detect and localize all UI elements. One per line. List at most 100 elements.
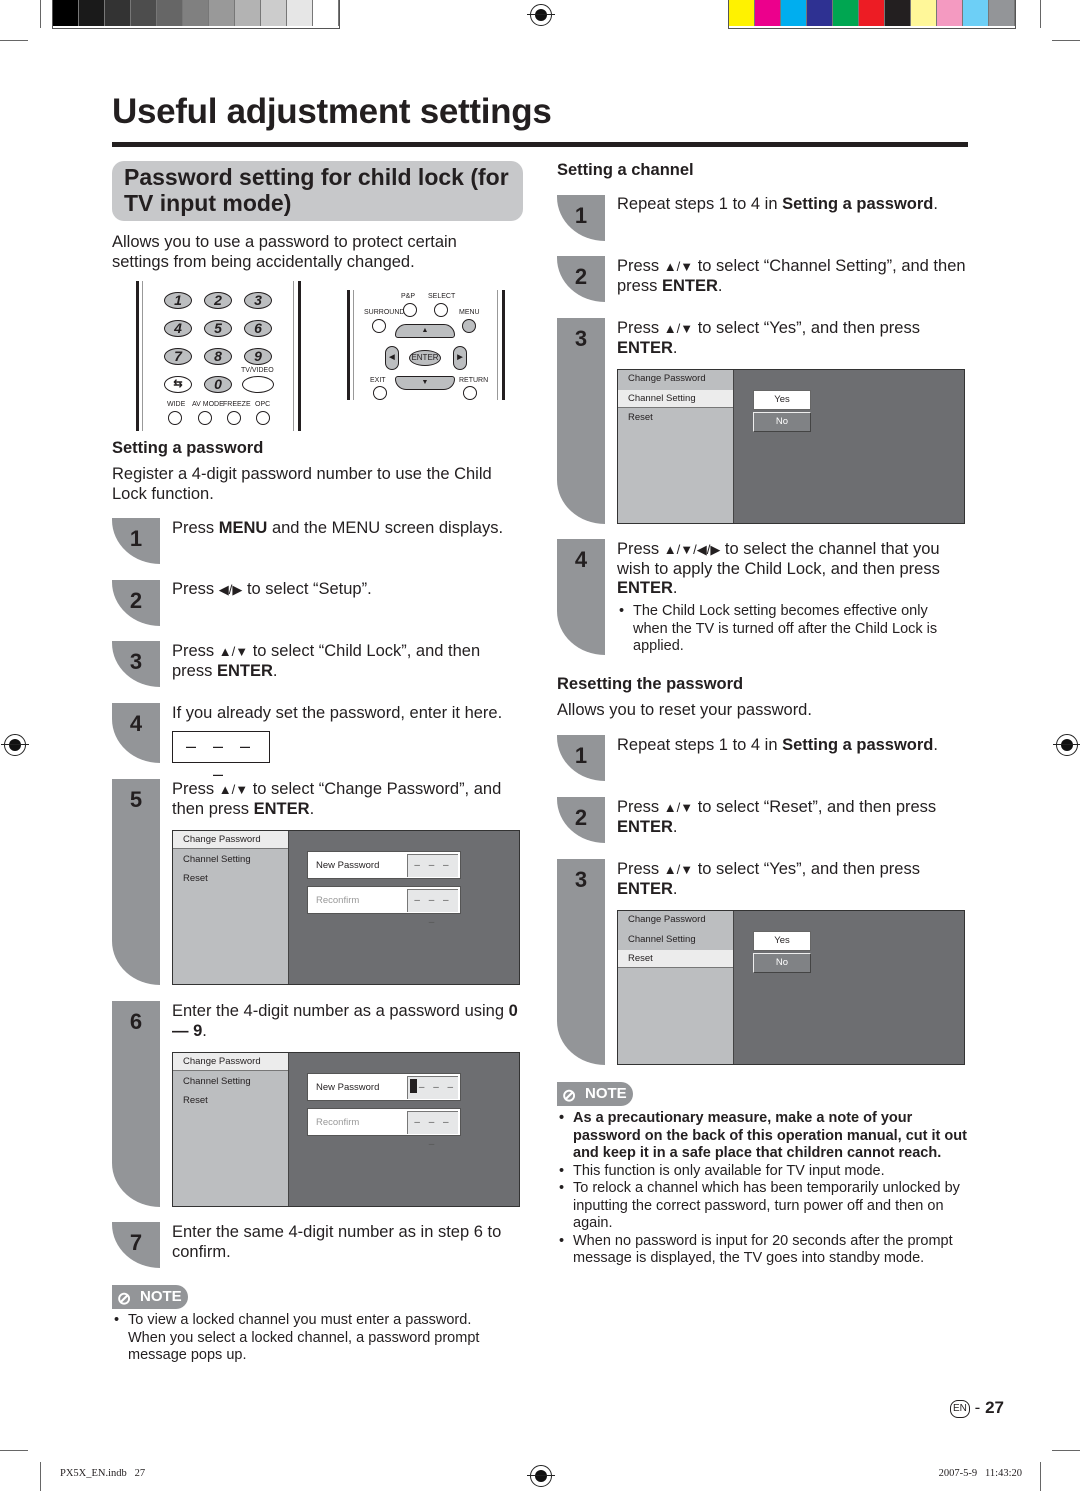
- paperclip-icon: ⊘: [562, 1086, 577, 1105]
- remote-key-left-icon: ◀: [385, 346, 399, 370]
- step-badge: 2: [557, 256, 605, 302]
- reconfirm-value: – – – –: [407, 1111, 458, 1150]
- step-badge: 4: [112, 703, 160, 763]
- calibration-swatch: [79, 0, 105, 26]
- calibration-swatch: [833, 0, 859, 26]
- step-text: Press ▲/▼ to select “Child Lock”, and th…: [172, 642, 481, 680]
- remote-key-1: 1: [164, 292, 192, 309]
- section-header: Password setting for child lock (for TV …: [112, 161, 523, 221]
- tv-option-no: No: [753, 953, 811, 973]
- calibration-swatch: [755, 0, 781, 26]
- section-intro: Allows you to use a password to protect …: [112, 233, 457, 271]
- remote-key-pp: [403, 303, 417, 317]
- title-rule: [112, 142, 968, 147]
- remote-key-surround: [372, 319, 386, 333]
- remote-key-5: 5: [204, 320, 232, 337]
- up-down-arrows-icon: ▲/▼: [218, 782, 249, 797]
- tv-menu-item-reset: Reset: [628, 412, 653, 423]
- language-badge: EN: [949, 1400, 970, 1418]
- remote-label-wide: WIDE: [167, 401, 186, 408]
- page-title: Useful adjustment settings: [112, 92, 552, 131]
- remote-key-tv-video: [242, 376, 274, 393]
- tv-menu-item-channel-setting: Channel Setting: [183, 854, 251, 865]
- tv-option-yes: Yes: [753, 390, 811, 410]
- new-password-field: New Password – – –: [307, 1073, 461, 1101]
- step-badge: 6: [112, 1001, 160, 1207]
- setting-password-intro: Register a 4-digit password number to us…: [112, 465, 492, 503]
- step-badge: 3: [112, 641, 160, 687]
- remote-label-select: SELECT: [428, 293, 456, 300]
- tv-menu-item-reset: Reset: [183, 1095, 208, 1106]
- step-badge: 7: [112, 1222, 160, 1268]
- calibration-swatch: [729, 0, 755, 26]
- remote-key-flashback-icon: ⇆: [164, 376, 192, 393]
- crop-mark: [0, 40, 28, 41]
- step-text: Press ▲/▼ to select “Channel Setting”, a…: [617, 257, 966, 295]
- calibration-swatch: [963, 0, 989, 26]
- remote-label-pp: P&P: [401, 293, 416, 300]
- up-down-arrows-icon: ▲/▼: [663, 862, 694, 877]
- remote-key-6: 6: [244, 320, 272, 337]
- registration-mark-icon: [1053, 734, 1080, 756]
- remote-key-7: 7: [164, 348, 192, 365]
- tv-menu-list: Change Password Channel Setting Reset: [618, 370, 734, 523]
- tv-menu-list: Change Password Channel Setting Reset: [173, 831, 289, 984]
- step-text: Repeat steps 1 to 4 in Setting a passwor…: [617, 195, 938, 213]
- tv-menu-screen-enter-password: Change Password Channel Setting Reset Ne…: [172, 1052, 520, 1207]
- tv-option-yes: Yes: [753, 931, 811, 951]
- remote-key-return: [463, 386, 477, 400]
- calibration-swatch: [859, 0, 885, 26]
- remote-label-surround: SURROUND: [364, 309, 405, 316]
- tv-menu-list: Change Password Channel Setting Reset: [618, 911, 734, 1064]
- paperclip-icon: ⊘: [117, 1289, 132, 1308]
- step-text: Press ▲/▼/◀/▶ to select the channel that…: [617, 540, 940, 597]
- calibration-swatch: [131, 0, 157, 26]
- tv-menu-screen-reset: Change Password Channel Setting Reset Ye…: [617, 910, 965, 1065]
- step-text: Press ▲/▼ to select “Yes”, and then pres…: [617, 319, 920, 357]
- new-password-value: – – – –: [407, 854, 458, 893]
- tv-menu-item-channel-setting: Channel Setting: [628, 934, 696, 945]
- step-badge: 5: [112, 779, 160, 985]
- up-down-arrows-icon: ▲/▼: [663, 800, 694, 815]
- tv-menu-item-change-password: Change Password: [628, 373, 706, 384]
- registration-mark-icon: [527, 1465, 555, 1487]
- calibration-swatch: [53, 0, 79, 26]
- tv-menu-item-channel-setting: Channel Setting: [183, 1076, 251, 1087]
- remote-label-menu: MENU: [459, 309, 480, 316]
- step-badge: 4: [557, 539, 605, 655]
- note-item: This function is only available for TV i…: [557, 1163, 967, 1181]
- step-text: Press ◀/▶ to select “Setup”.: [172, 580, 372, 598]
- crop-mark: [40, 1462, 41, 1491]
- tv-menu-item-change-password: Change Password: [173, 831, 288, 849]
- password-entry-box: – – – –: [172, 731, 270, 784]
- remote-key-freeze: [227, 411, 241, 425]
- new-password-value: – – –: [407, 1076, 458, 1099]
- tv-menu-item-change-password: Change Password: [173, 1053, 288, 1071]
- crop-mark: [0, 1450, 28, 1451]
- remote-key-9: 9: [244, 348, 272, 365]
- remote-label-return: RETURN: [459, 377, 489, 384]
- up-down-arrows-icon: ▲/▼: [663, 259, 694, 274]
- remote-key-4: 4: [164, 320, 192, 337]
- tv-menu-screen-channel-setting: Change Password Channel Setting Reset Ye…: [617, 369, 965, 524]
- setting-password-heading: Setting a password: [112, 439, 264, 457]
- step-text: If you already set the password, enter i…: [172, 704, 503, 722]
- remote-key-up-icon: ▲: [395, 324, 455, 338]
- crop-mark: [1040, 0, 1041, 28]
- remote-label-av-mode: AV MODE: [192, 401, 224, 408]
- calibration-swatch: [911, 0, 937, 26]
- remote-keypad-illustration: 1 2 3 4 5 6 7 8 9 ⇆ 0 TV/VIDEO WIDE AV M…: [112, 278, 312, 433]
- note-badge: ⊘ NOTE: [112, 1285, 188, 1309]
- direction-arrows-icon: ▲/▼/◀/▶: [663, 542, 721, 557]
- step-badge: 3: [557, 859, 605, 1065]
- remote-label-tv-video: TV/VIDEO: [241, 367, 274, 374]
- reconfirm-value: – – – –: [407, 889, 458, 928]
- tv-menu-list: Change Password Channel Setting Reset: [173, 1053, 289, 1206]
- reconfirm-field: Reconfirm – – – –: [307, 1108, 461, 1150]
- remote-key-opc: [256, 411, 270, 425]
- remote-key-av-mode: [198, 411, 212, 425]
- calibration-swatch: [807, 0, 833, 26]
- step-bullet: The Child Lock setting becomes effective…: [617, 603, 957, 656]
- step-badge: 1: [112, 518, 160, 564]
- tv-menu-item-change-password: Change Password: [628, 914, 706, 925]
